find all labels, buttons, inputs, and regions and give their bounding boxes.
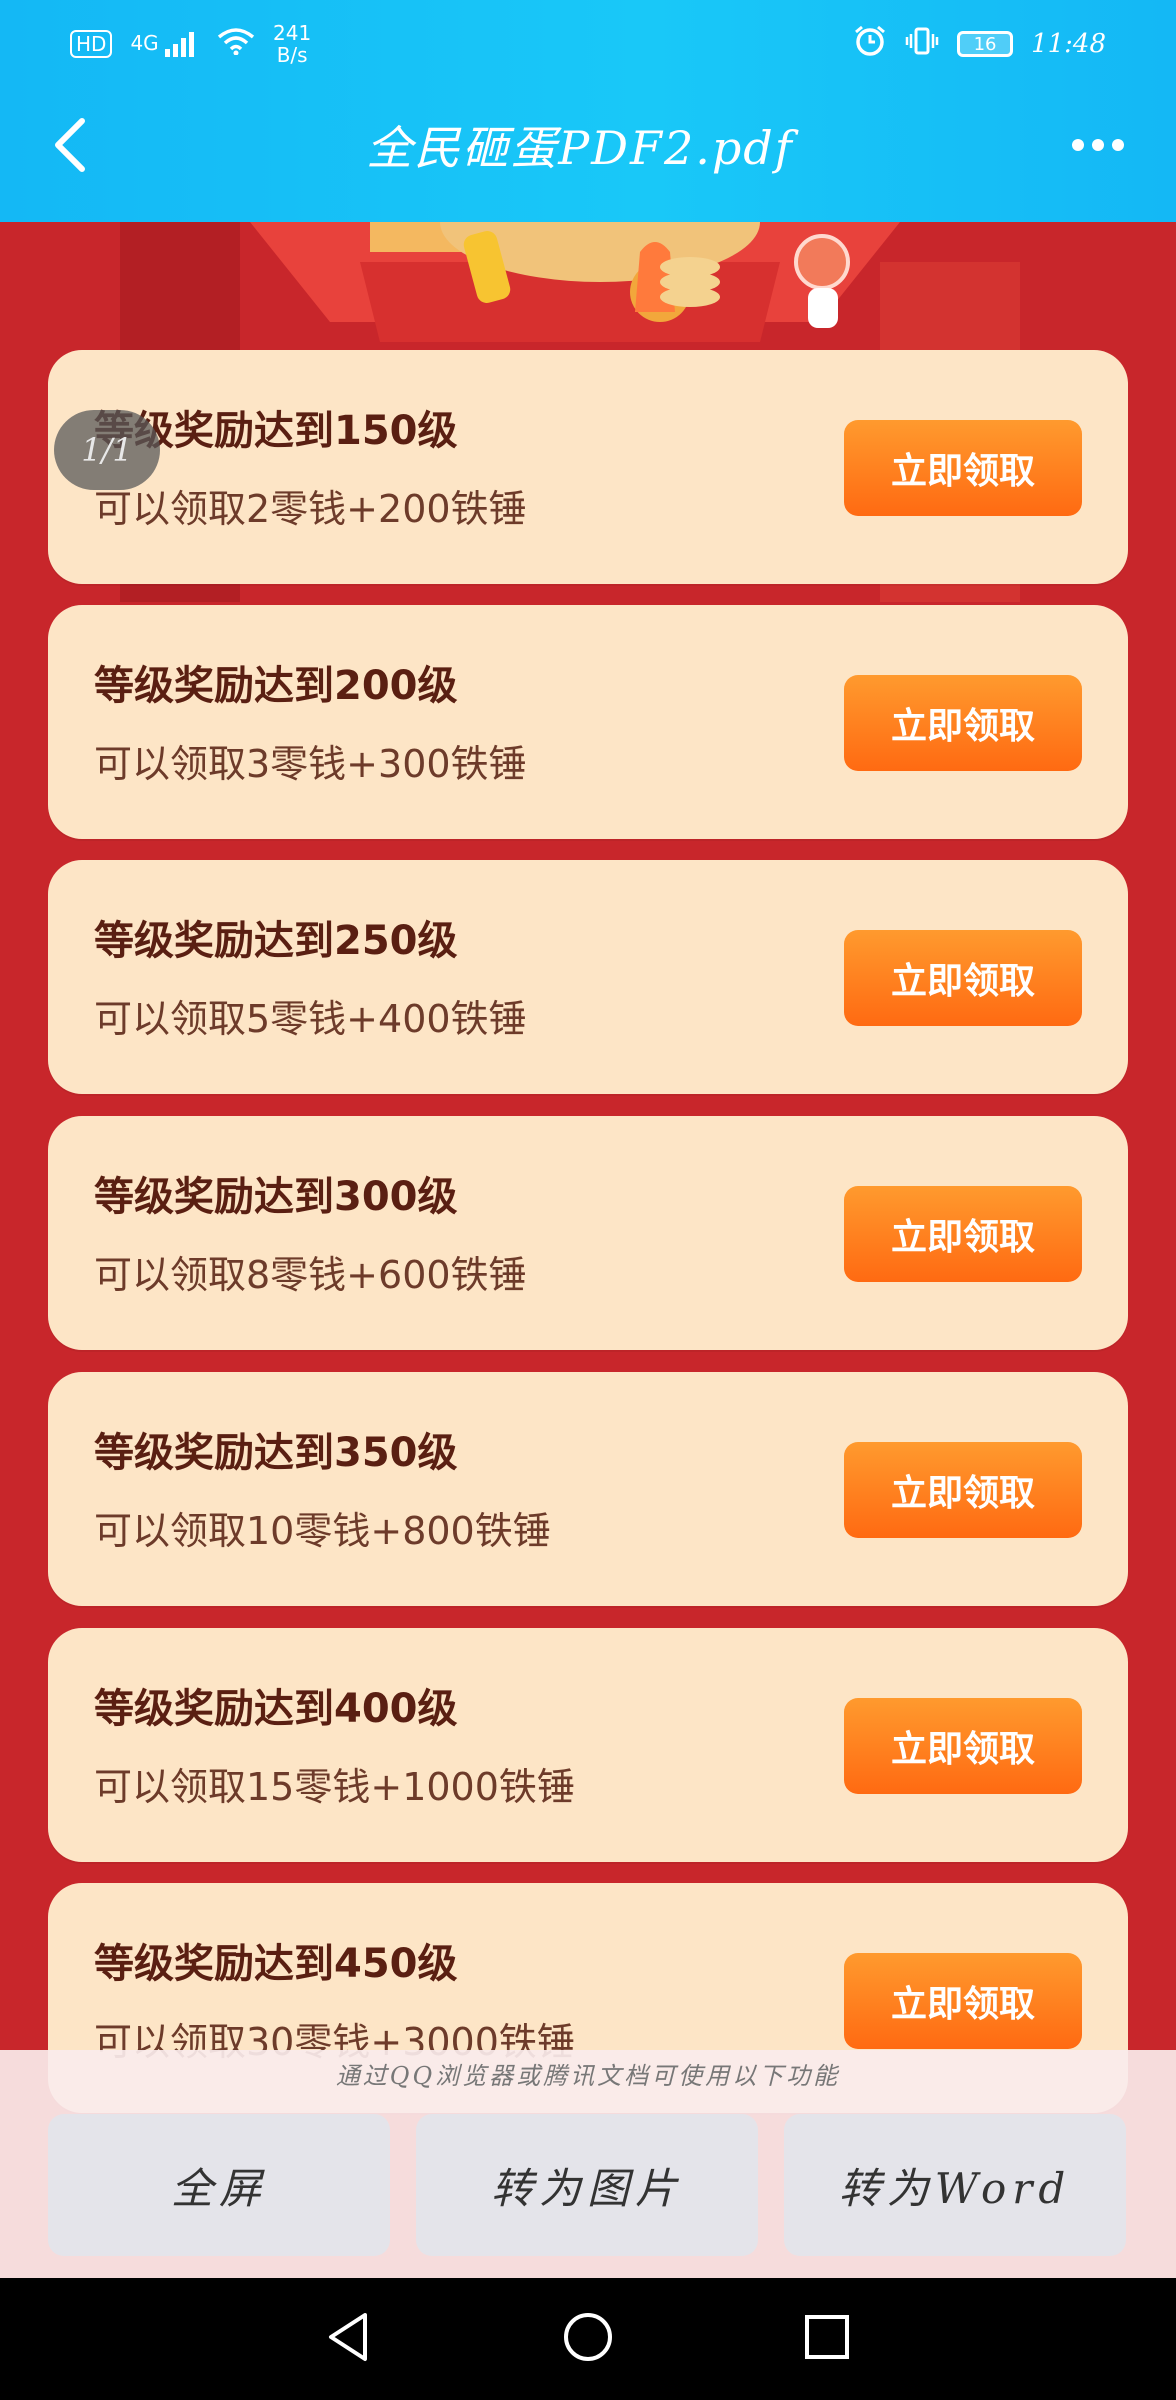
hd-badge: HD [70,30,113,58]
reward-card-150: 等级奖励达到150级 可以领取2零钱+200铁锤 立即领取 [48,350,1128,584]
network-speed-unit: B/s [276,43,308,67]
reward-card-subtitle: 可以领取10零钱+800铁锤 [94,1509,551,1553]
nav-back-icon[interactable] [321,2309,377,2369]
network-speed-value: 241 [273,21,312,45]
claim-button[interactable]: 立即领取 [844,1442,1082,1538]
reward-card-350: 等级奖励达到350级 可以领取10零钱+800铁锤 立即领取 [48,1372,1128,1606]
wifi-icon [217,27,255,62]
reward-card-200: 等级奖励达到200级 可以领取3零钱+300铁锤 立即领取 [48,605,1128,839]
back-arrow-icon[interactable] [50,117,90,173]
reward-card-subtitle: 可以领取8零钱+600铁锤 [94,1253,527,1297]
clock-time: 11:48 [1031,29,1106,59]
reward-card-subtitle: 可以领取2零钱+200铁锤 [94,487,527,531]
status-bar: HD 4G 241 B/s 16 11:48 [0,0,1176,70]
signal-label: 4G [130,30,159,55]
claim-button[interactable]: 立即领取 [844,1953,1082,2049]
nav-home-icon[interactable] [560,2309,616,2369]
reward-card-subtitle: 可以领取15零钱+1000铁锤 [94,1765,575,1809]
reward-card-subtitle: 可以领取3零钱+300铁锤 [94,742,527,786]
reward-card-title: 等级奖励达到250级 [94,918,458,964]
reward-card-title: 等级奖励达到400级 [94,1686,458,1732]
page-indicator: 1/1 [54,410,160,490]
claim-button[interactable]: 立即领取 [844,675,1082,771]
network-speed: 241 B/s [273,22,311,66]
claim-button[interactable]: 立即领取 [844,1186,1082,1282]
top-bar: HD 4G 241 B/s 16 11:48 全民砸蛋PDF2.pdf [0,0,1176,222]
claim-button[interactable]: 立即领取 [844,930,1082,1026]
fullscreen-button[interactable]: 全屏 [48,2114,390,2256]
reward-card-title: 等级奖励达到300级 [94,1174,458,1220]
convert-to-image-button[interactable]: 转为图片 [416,2114,758,2256]
system-nav-bar [0,2278,1176,2400]
reward-card-400: 等级奖励达到400级 可以领取15零钱+1000铁锤 立即领取 [48,1628,1128,1862]
claim-button[interactable]: 立即领取 [844,1698,1082,1794]
signal-icon: 4G [130,31,199,58]
nav-recents-icon[interactable] [799,2309,855,2369]
claim-button[interactable]: 立即领取 [844,420,1082,516]
reward-card-title: 等级奖励达到350级 [94,1430,458,1476]
page-title: 全民砸蛋PDF2.pdf [366,121,794,175]
reward-card-subtitle: 可以领取5零钱+400铁锤 [94,997,527,1041]
battery-icon: 16 [957,31,1014,57]
nav-bar: 全民砸蛋PDF2.pdf [0,90,1176,200]
feature-hint: 通过QQ浏览器或腾讯文档可使用以下功能 [335,2062,841,2090]
reward-card-title: 等级奖励达到450级 [94,1941,458,1987]
convert-to-word-button[interactable]: 转为Word [784,2114,1126,2256]
reward-card-250: 等级奖励达到250级 可以领取5零钱+400铁锤 立即领取 [48,860,1128,1094]
reward-card-title: 等级奖励达到200级 [94,663,458,709]
vibrate-icon [905,24,939,65]
reward-card-300: 等级奖励达到300级 可以领取8零钱+600铁锤 立即领取 [48,1116,1128,1350]
alarm-icon [853,24,887,65]
more-options-icon[interactable] [1070,135,1126,155]
